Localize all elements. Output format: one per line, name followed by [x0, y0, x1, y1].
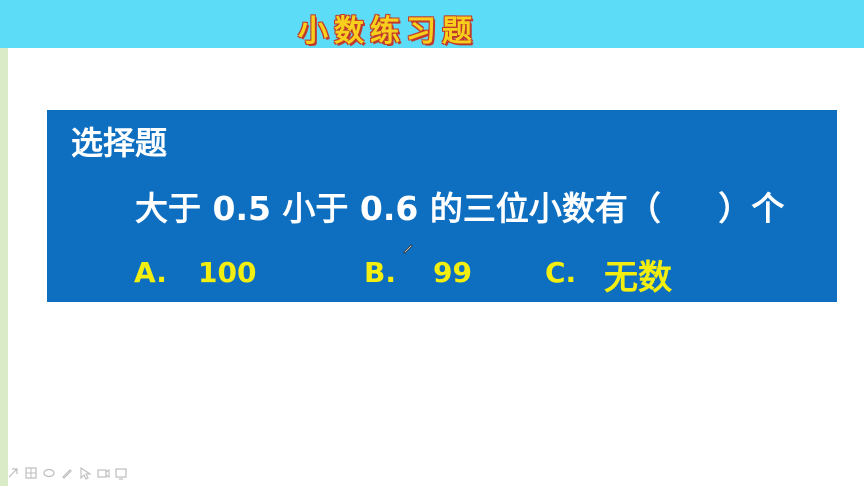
- arrow-icon[interactable]: [6, 465, 20, 479]
- question-text: 大于 0.5 小于 0.6 的三位小数有（ ）个: [135, 189, 785, 228]
- grid-icon[interactable]: [24, 465, 38, 479]
- page-title: 小数练习题: [298, 14, 478, 49]
- option-c-label: C.: [545, 256, 577, 289]
- pointer-icon[interactable]: [78, 465, 92, 480]
- presentation-toolbar: [6, 465, 128, 480]
- left-strip: [0, 48, 8, 486]
- option-b-value: 99: [433, 256, 472, 289]
- eraser-icon[interactable]: [42, 465, 56, 479]
- option-a-label: A.: [134, 256, 167, 289]
- screen-icon[interactable]: [114, 465, 128, 480]
- pen-cursor-icon: [403, 244, 413, 254]
- option-c-value: 无数: [604, 258, 672, 298]
- option-a-value: 100: [198, 256, 257, 289]
- camera-icon[interactable]: [96, 465, 110, 479]
- question-box: 选择题 大于 0.5 小于 0.6 的三位小数有（ ）个 A. 100 B. 9…: [47, 110, 837, 302]
- option-b-label: B.: [364, 256, 396, 289]
- pen-icon[interactable]: [60, 465, 74, 479]
- slide: 小数练习题 选择题 大于 0.5 小于 0.6 的三位小数有（ ）个 A. 10…: [0, 0, 864, 486]
- title-bar: 小数练习题: [0, 0, 864, 49]
- section-label: 选择题: [71, 124, 168, 162]
